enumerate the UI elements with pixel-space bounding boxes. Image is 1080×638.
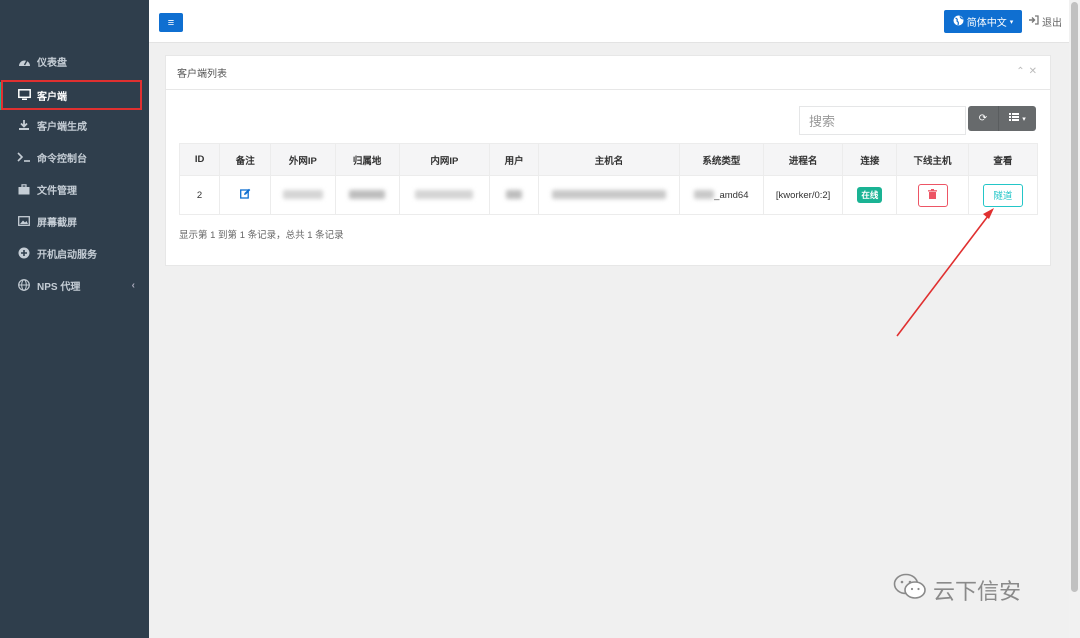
search-placeholder: 搜索 bbox=[809, 114, 836, 129]
wechat-icon bbox=[893, 573, 927, 607]
redacted-value bbox=[282, 190, 323, 200]
client-list-panel: 客户端列表 ⌃✕ 搜索 ⟳ ▾ ID 备注 外网IP 归属地 内网IP 用户 主… bbox=[165, 55, 1051, 266]
status-badge: 在线 bbox=[857, 187, 883, 203]
globe-icon bbox=[953, 15, 964, 29]
language-dropdown-button[interactable]: 简体中文 ▾ bbox=[944, 10, 1022, 33]
image-icon bbox=[17, 216, 31, 226]
columns-toggle-button[interactable]: ▾ bbox=[998, 106, 1036, 131]
sidebar-item-nps-proxy[interactable]: NPS 代理 ‹ bbox=[0, 270, 149, 300]
list-icon bbox=[1009, 113, 1020, 124]
os-type-suffix: _amd64 bbox=[714, 189, 749, 201]
cell-note bbox=[219, 175, 272, 215]
column-header[interactable]: 外网IP bbox=[270, 143, 336, 176]
sidebar-item-dashboard[interactable]: 仪表盘 bbox=[0, 46, 149, 76]
sidebar-item-file-manager[interactable]: 文件管理 bbox=[0, 174, 149, 204]
redacted-value bbox=[551, 190, 666, 200]
close-icon[interactable]: ✕ bbox=[1029, 66, 1041, 77]
offline-host-button[interactable] bbox=[917, 183, 948, 207]
column-header[interactable]: 用户 bbox=[489, 143, 540, 176]
collapse-icon[interactable]: ⌃ bbox=[1016, 66, 1028, 77]
sidebar-item-console[interactable]: 命令控制台 bbox=[0, 142, 149, 172]
sidebar-item-label: 屏幕截屏 bbox=[37, 217, 77, 229]
annotation-highlight-box bbox=[1, 80, 142, 110]
cell-user bbox=[489, 175, 540, 215]
plus-circle-icon bbox=[17, 247, 31, 259]
column-header[interactable]: 连接 bbox=[842, 143, 898, 176]
client-table: ID 备注 外网IP 归属地 内网IP 用户 主机名 系统类型 进程名 连接 下… bbox=[178, 143, 1039, 215]
language-label: 简体中文 bbox=[966, 18, 1007, 29]
redacted-value bbox=[506, 190, 523, 200]
panel-title: 客户端列表 bbox=[177, 69, 227, 80]
hamburger-icon: ≡ bbox=[167, 16, 175, 29]
column-header[interactable]: 下线主机 bbox=[896, 143, 969, 176]
refresh-icon: ⟳ bbox=[978, 113, 988, 124]
redacted-value bbox=[415, 190, 474, 200]
column-header[interactable]: 主机名 bbox=[538, 143, 680, 176]
cell-offline bbox=[896, 175, 969, 215]
sidebar-item-client-builder[interactable]: 客户端生成 bbox=[0, 110, 149, 140]
caret-down-icon: ▾ bbox=[1009, 18, 1014, 26]
column-header[interactable]: 系统类型 bbox=[678, 143, 764, 176]
chevron-left-icon: ‹ bbox=[131, 279, 135, 291]
table-header-row: ID 备注 外网IP 归属地 内网IP 用户 主机名 系统类型 进程名 连接 下… bbox=[178, 143, 1039, 176]
cell-id: 2 bbox=[178, 175, 221, 215]
menu-toggle-button[interactable]: ≡ bbox=[159, 13, 183, 32]
column-header[interactable]: 备注 bbox=[219, 143, 272, 176]
sidebar-item-label: 命令控制台 bbox=[37, 153, 87, 165]
cell-public-ip bbox=[270, 175, 336, 215]
redacted-value bbox=[694, 190, 715, 200]
cell-hostname bbox=[538, 175, 680, 215]
logout-link[interactable]: 退出 bbox=[1028, 14, 1062, 29]
edit-icon[interactable] bbox=[239, 188, 251, 202]
globe-icon bbox=[17, 279, 31, 291]
top-navbar: ≡ 简体中文 ▾ 退出 bbox=[149, 0, 1069, 43]
sidebar-item-label: 客户端生成 bbox=[37, 121, 87, 133]
sidebar-item-screenshot[interactable]: 屏幕截屏 bbox=[0, 206, 149, 236]
redacted-value bbox=[349, 190, 386, 200]
pagination-summary: 显示第 1 到第 1 条记录，总共 1 条记录 bbox=[179, 230, 344, 241]
sign-out-icon bbox=[1028, 15, 1039, 28]
dashboard-icon bbox=[17, 56, 31, 67]
cell-location bbox=[334, 175, 400, 215]
watermark-text: 云下信安 bbox=[933, 579, 1022, 604]
panel-header: 客户端列表 ⌃✕ bbox=[166, 56, 1050, 90]
search-input[interactable]: 搜索 bbox=[799, 106, 966, 135]
sidebar-item-label: 文件管理 bbox=[37, 185, 77, 197]
column-header[interactable]: 进程名 bbox=[762, 143, 844, 176]
cell-private-ip bbox=[398, 175, 491, 215]
column-header[interactable]: ID bbox=[178, 143, 221, 176]
sidebar-item-label: NPS 代理 bbox=[37, 281, 81, 293]
column-header[interactable]: 查看 bbox=[967, 143, 1039, 176]
panel-tools: ⌃✕ bbox=[1016, 66, 1041, 77]
cell-os-type: _amd64 bbox=[678, 175, 764, 215]
column-header[interactable]: 内网IP bbox=[398, 143, 491, 176]
caret-down-icon: ▾ bbox=[1022, 115, 1026, 123]
cell-view: 隧道 bbox=[967, 175, 1039, 215]
column-header[interactable]: 归属地 bbox=[334, 143, 400, 176]
logout-label: 退出 bbox=[1042, 18, 1062, 29]
sidebar: 仪表盘 客户端 客户端生成 命令控制台 文件管理 屏幕截屏 开机启动服务 NPS… bbox=[0, 0, 149, 638]
terminal-icon bbox=[17, 152, 31, 162]
sidebar-item-label: 开机启动服务 bbox=[37, 249, 97, 261]
scrollbar-thumb[interactable] bbox=[1071, 2, 1078, 592]
cell-connection: 在线 bbox=[842, 175, 898, 215]
refresh-button[interactable]: ⟳ bbox=[968, 106, 998, 131]
sidebar-item-startup-service[interactable]: 开机启动服务 bbox=[0, 238, 149, 268]
watermark: 云下信安 bbox=[893, 573, 1021, 607]
tunnel-button[interactable]: 隧道 bbox=[982, 183, 1023, 207]
trash-icon bbox=[928, 188, 938, 202]
sidebar-item-label: 仪表盘 bbox=[37, 57, 67, 69]
cell-process: [kworker/0:2] bbox=[762, 175, 844, 215]
download-icon bbox=[17, 119, 31, 131]
table-row[interactable]: 2 _amd64 [kworker/0:2] 在线 隧道 bbox=[178, 175, 1039, 215]
briefcase-icon bbox=[17, 183, 31, 195]
